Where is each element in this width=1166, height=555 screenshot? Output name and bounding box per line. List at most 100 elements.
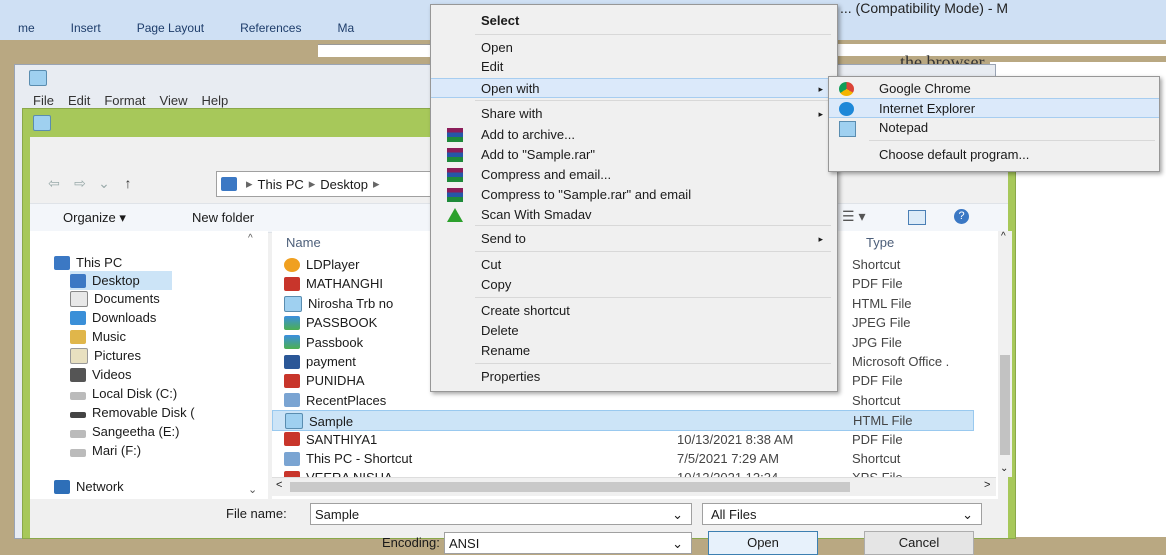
word-tab[interactable]: Page Layout: [119, 18, 222, 38]
forward-arrow-icon[interactable]: ⇨: [70, 173, 90, 193]
scrollbar-thumb[interactable]: [290, 482, 850, 492]
chevron-down-icon[interactable]: ⌄: [672, 533, 683, 555]
music-icon: [70, 329, 86, 344]
context-menu-item[interactable]: Create shortcut: [431, 301, 837, 321]
sidebar-item[interactable]: Downloads: [70, 308, 156, 327]
file-context-menu: Select Open Edit Open with ▸ Share with ▸ Add t…: [430, 4, 838, 392]
sidebar-item[interactable]: Local Disk (C:): [70, 384, 177, 403]
cancel-button[interactable]: Cancel: [864, 531, 974, 555]
column-header-name[interactable]: Name: [286, 235, 321, 250]
sidebar-item[interactable]: Mari (F:): [70, 441, 141, 460]
context-menu-item[interactable]: Add to archive...: [431, 125, 837, 145]
sidebar-item[interactable]: Desktop: [70, 271, 172, 290]
winrar-icon: [447, 148, 463, 162]
context-menu-item[interactable]: Properties: [431, 367, 837, 387]
sidebar-item[interactable]: Removable Disk (: [70, 403, 195, 422]
file-row[interactable]: Sample HTML File: [272, 410, 974, 432]
context-menu-item[interactable]: Compress and email...: [431, 165, 837, 185]
menu-file[interactable]: File: [33, 93, 54, 108]
chevron-down-icon[interactable]: ⌄: [962, 504, 973, 526]
context-menu-item[interactable]: Rename: [431, 341, 837, 361]
file-type-value: All Files: [711, 507, 757, 522]
file-name-cell: SANTHIYA1: [284, 432, 377, 447]
file-name: PUNIDHA: [306, 373, 365, 389]
breadcrumb-separator-icon: ▸: [246, 176, 253, 191]
column-header-type[interactable]: Type: [866, 235, 894, 250]
context-menu-item-label: Copy: [481, 277, 512, 292]
scroll-down-icon[interactable]: ⌄: [248, 483, 257, 496]
back-arrow-icon[interactable]: ⇦: [44, 173, 64, 193]
menu-separator: [475, 297, 831, 298]
open-with-item[interactable]: Notepad: [829, 118, 1159, 138]
breadcrumb-this-pc[interactable]: This PC: [258, 177, 304, 192]
file-type: Shortcut: [852, 392, 901, 408]
up-arrow-icon[interactable]: ↑: [118, 173, 138, 193]
downloads-icon: [70, 310, 86, 325]
desktop-folder-icon: [70, 273, 86, 288]
menu-view[interactable]: View: [160, 93, 188, 108]
help-icon[interactable]: ?: [954, 209, 969, 224]
context-menu-item[interactable]: Add to "Sample.rar": [431, 145, 837, 165]
organize-button[interactable]: Organize ▾: [63, 210, 126, 226]
context-menu-item[interactable]: Copy: [431, 275, 837, 295]
documents-icon: [70, 290, 88, 307]
context-menu-item[interactable]: Delete: [431, 321, 837, 341]
vertical-scrollbar[interactable]: ^ ⌄: [998, 231, 1012, 477]
new-folder-button[interactable]: New folder: [192, 210, 254, 225]
scroll-left-icon[interactable]: <: [276, 479, 282, 491]
scroll-up-icon[interactable]: ^: [248, 233, 253, 244]
context-menu-item[interactable]: Cut: [431, 255, 837, 275]
menu-separator: [869, 140, 1155, 141]
ruler: [318, 44, 438, 57]
context-menu-item[interactable]: Open with ▸: [431, 78, 837, 98]
context-menu-item-label: Send to: [481, 231, 526, 246]
context-menu-item[interactable]: Send to ▸: [431, 229, 837, 249]
view-options-icon[interactable]: ☰ ▾: [842, 208, 865, 225]
scroll-right-icon[interactable]: >: [984, 479, 990, 491]
horizontal-scrollbar[interactable]: < >: [272, 477, 996, 496]
open-button[interactable]: Open: [708, 531, 818, 555]
open-with-item-label: Notepad: [879, 120, 929, 135]
file-type-select[interactable]: All Files ⌄: [702, 503, 982, 525]
context-menu-item[interactable]: Compress to "Sample.rar" and email: [431, 185, 837, 205]
sidebar-item[interactable]: Videos: [70, 365, 132, 384]
sidebar-item[interactable]: Sangeetha (E:): [70, 422, 179, 441]
file-type: PDF File: [852, 431, 903, 447]
file-name-input[interactable]: Sample ⌄: [310, 503, 692, 525]
context-menu-item[interactable]: Select: [431, 11, 837, 31]
context-menu-item[interactable]: Edit: [431, 57, 837, 77]
sidebar-item[interactable]: Network: [54, 477, 124, 496]
sidebar-item[interactable]: Music: [70, 327, 126, 346]
word-tab[interactable]: me: [0, 18, 53, 38]
breadcrumb-desktop[interactable]: Desktop: [320, 177, 368, 192]
word-tab[interactable]: Ma: [319, 18, 372, 38]
file-row[interactable]: SANTHIYA1 10/13/2021 8:38 AM PDF File: [272, 430, 972, 449]
menu-separator: [475, 225, 831, 226]
scroll-down-icon[interactable]: ⌄: [1000, 463, 1008, 474]
chevron-down-icon[interactable]: ⌄: [672, 504, 683, 526]
word-tab[interactable]: Insert: [53, 18, 119, 38]
context-menu-item[interactable]: Scan With Smadav: [431, 205, 837, 225]
menu-edit[interactable]: Edit: [68, 93, 90, 108]
file-name-cell: payment: [284, 354, 356, 369]
open-with-item[interactable]: Internet Explorer: [829, 98, 1159, 118]
context-menu-item[interactable]: Open: [431, 38, 837, 58]
scroll-up-icon[interactable]: ^: [1001, 231, 1006, 242]
sidebar-item[interactable]: This PC: [54, 253, 122, 272]
sidebar-item[interactable]: Documents: [70, 289, 160, 308]
menu-format[interactable]: Format: [104, 93, 145, 108]
scrollbar-thumb[interactable]: [1000, 355, 1010, 455]
word-tab[interactable]: References: [222, 18, 319, 38]
open-with-item[interactable]: Google Chrome: [829, 79, 1159, 99]
encoding-select[interactable]: ANSI ⌄: [444, 532, 692, 554]
file-row[interactable]: RecentPlaces Shortcut: [272, 391, 972, 410]
word-window-title: ... (Compatibility Mode) - M: [840, 0, 1009, 16]
context-menu-item[interactable]: Share with ▸: [431, 104, 837, 124]
file-row[interactable]: This PC - Shortcut 7/5/2021 7:29 AM Shortc…: [272, 449, 972, 468]
preview-pane-icon[interactable]: [908, 210, 926, 225]
menu-help[interactable]: Help: [201, 93, 228, 108]
chevron-down-icon[interactable]: ⌄: [94, 173, 114, 193]
image-icon: [284, 335, 300, 350]
sidebar-item[interactable]: Pictures: [70, 346, 141, 365]
open-with-item[interactable]: Choose default program...: [829, 145, 1159, 165]
